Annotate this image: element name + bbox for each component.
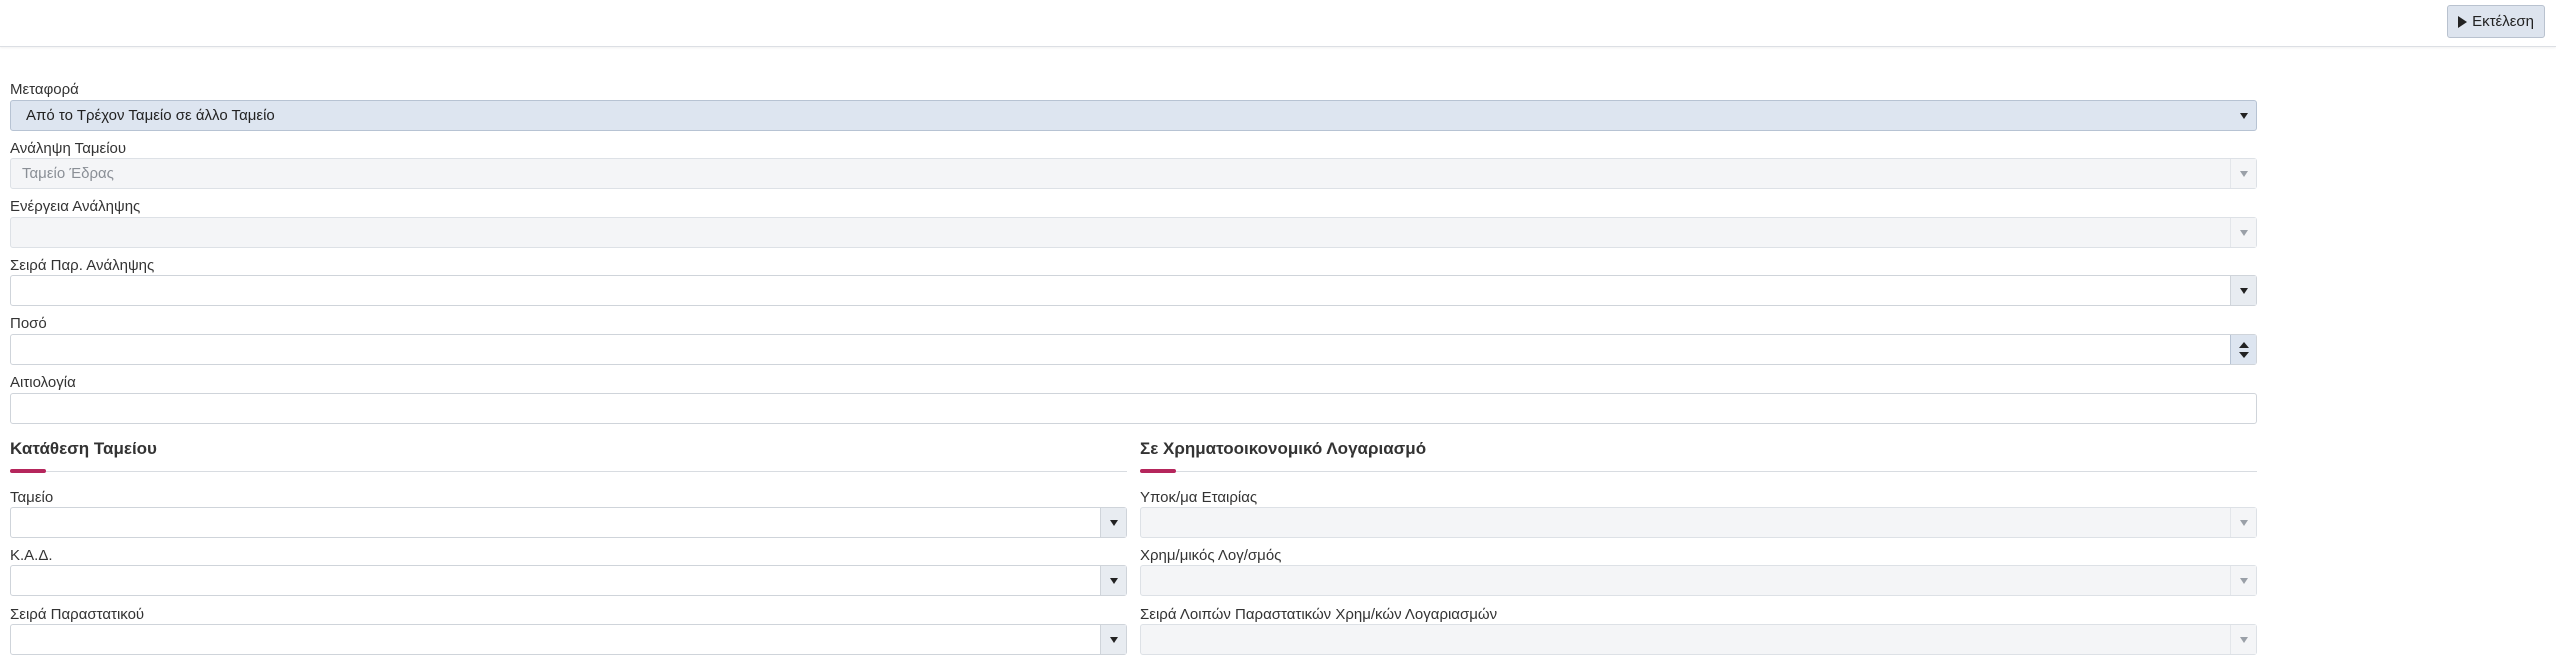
kad-select[interactable] (10, 565, 1127, 596)
financial-account-dropdown-button[interactable] (2230, 566, 2256, 595)
withdraw-action-label: Ενέργεια Ανάληψης (10, 198, 141, 215)
document-series-dropdown-button[interactable] (1100, 625, 1126, 654)
company-subsidiary-label: Υποκ/μα Εταιρίας (1140, 489, 1258, 506)
deposit-section-accent (10, 469, 46, 473)
chevron-down-icon[interactable] (2238, 351, 2249, 358)
amount-stepper[interactable] (2230, 335, 2256, 364)
chevron-down-icon (1109, 519, 1118, 526)
document-series-label: Σειρά Παραστατικού (10, 606, 145, 623)
financial-section-accent (1140, 469, 1176, 473)
withdraw-cash-value: Ταμείο Έδρας (22, 165, 114, 182)
chevron-down-icon (2239, 287, 2248, 294)
withdraw-cash-dropdown-button[interactable] (2230, 159, 2256, 188)
kad-dropdown-button[interactable] (1100, 566, 1126, 595)
withdraw-cash-select[interactable]: Ταμείο Έδρας (10, 158, 2257, 189)
reason-label: Αιτιολογία (10, 374, 76, 391)
top-toolbar: Εκτέλεση (0, 0, 2556, 47)
withdraw-series-dropdown-button[interactable] (2230, 276, 2256, 305)
chevron-down-icon (1109, 636, 1118, 643)
reason-input[interactable] (10, 393, 2257, 424)
run-button[interactable]: Εκτέλεση (2447, 5, 2545, 38)
chevron-down-icon (2239, 112, 2248, 119)
amount-label: Ποσό (10, 315, 47, 332)
withdraw-cash-label: Ανάληψη Ταμείου (10, 140, 127, 157)
chevron-down-icon (2239, 636, 2248, 643)
transfer-dropdown-button[interactable] (2231, 101, 2256, 130)
financial-section-divider (1140, 471, 2257, 472)
withdraw-action-select[interactable] (10, 217, 2257, 248)
deposit-cash-label: Ταμείο (10, 489, 54, 506)
deposit-section-title: Κατάθεση Ταμείου (10, 439, 157, 458)
chevron-down-icon (2239, 577, 2248, 584)
kad-label: Κ.Α.Δ. (10, 547, 53, 564)
other-docs-series-select[interactable] (1140, 624, 2257, 655)
other-docs-series-label: Σειρά Λοιπών Παραστατικών Χρημ/κών Λογαρ… (1140, 606, 1498, 623)
chevron-down-icon (2239, 229, 2248, 236)
transfer-select[interactable]: Από το Τρέχον Ταμείο σε άλλο Ταμείο (10, 100, 2257, 131)
chevron-down-icon (2239, 170, 2248, 177)
company-subsidiary-dropdown-button[interactable] (2230, 508, 2256, 537)
financial-section-title: Σε Χρηματοοικονομικό Λογαριασμό (1140, 439, 1427, 458)
withdraw-action-dropdown-button[interactable] (2230, 218, 2256, 247)
transfer-label: Μεταφορά (10, 81, 79, 98)
deposit-section-divider (10, 471, 1127, 472)
run-button-label: Εκτέλεση (2472, 13, 2534, 30)
chevron-down-icon (2239, 519, 2248, 526)
document-series-select[interactable] (10, 624, 1127, 655)
play-icon (2458, 15, 2468, 28)
chevron-up-icon[interactable] (2238, 341, 2249, 348)
withdraw-series-select[interactable] (10, 275, 2257, 306)
financial-account-label: Χρημ/μικός Λογ/σμός (1140, 547, 1282, 564)
transfer-select-value: Από το Τρέχον Ταμείο σε άλλο Ταμείο (26, 107, 275, 124)
deposit-cash-dropdown-button[interactable] (1100, 508, 1126, 537)
other-docs-series-dropdown-button[interactable] (2230, 625, 2256, 654)
deposit-cash-select[interactable] (10, 507, 1127, 538)
financial-account-select[interactable] (1140, 565, 2257, 596)
amount-input[interactable] (10, 334, 2257, 365)
withdraw-series-label: Σειρά Παρ. Ανάληψης (10, 257, 155, 274)
company-subsidiary-select[interactable] (1140, 507, 2257, 538)
chevron-down-icon (1109, 577, 1118, 584)
